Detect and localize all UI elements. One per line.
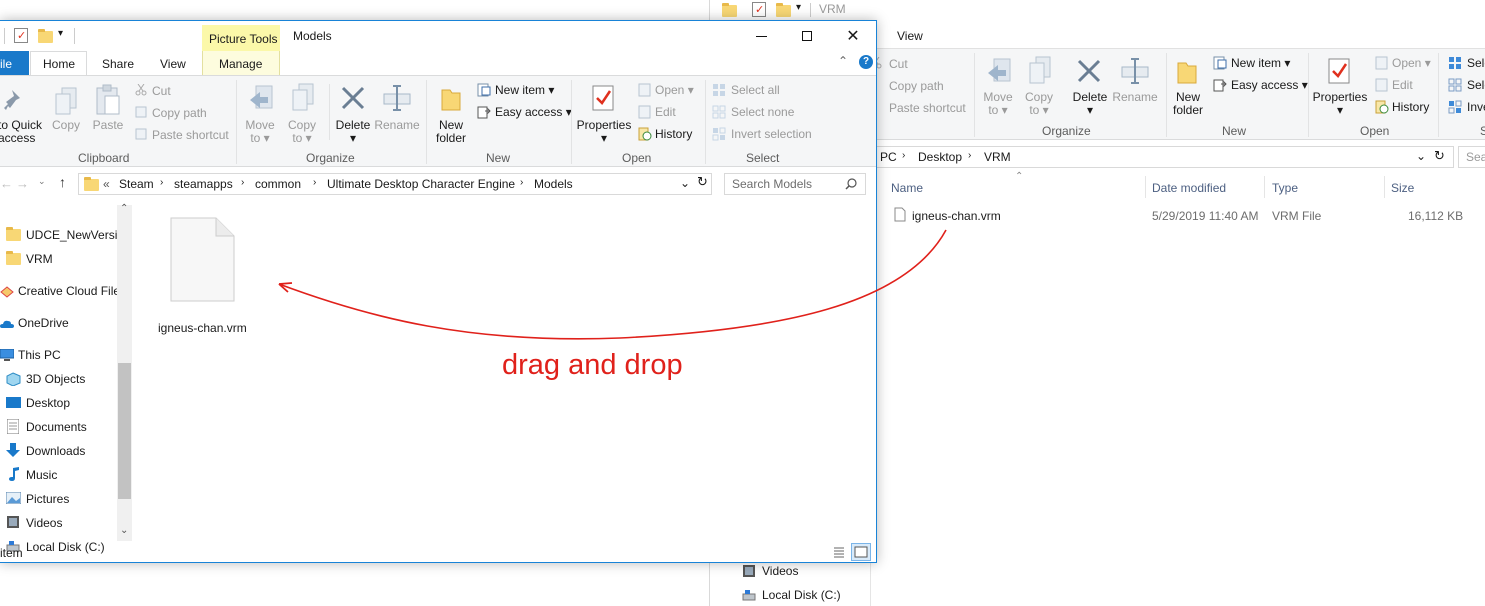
drag-arrow-annotation	[278, 229, 947, 340]
drag-and-drop-label: drag and drop	[502, 349, 683, 381]
